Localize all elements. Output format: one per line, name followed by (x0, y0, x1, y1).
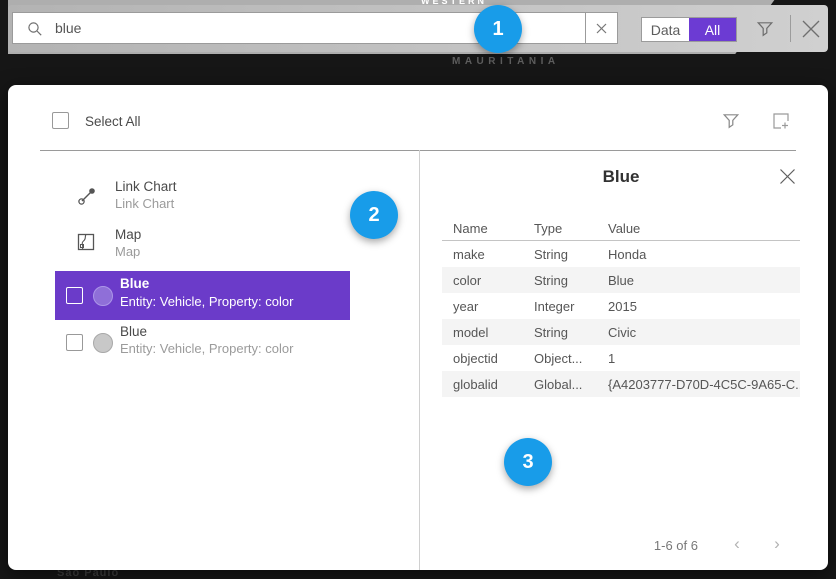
app-window: WESTERN MAURITANIA Sao Paulo Data All (0, 0, 836, 579)
cell-value: 1 (608, 351, 800, 366)
list-item-title: Blue (120, 276, 149, 291)
cell-type: String (534, 273, 608, 288)
cell-value: Honda (608, 247, 800, 262)
cell-name: globalid (453, 377, 534, 392)
pagination-label: 1-6 of 6 (548, 538, 698, 553)
toolbar-divider (790, 15, 791, 42)
cell-name: color (453, 273, 534, 288)
cell-type: Object... (534, 351, 608, 366)
search-toolbar: Data All (8, 5, 828, 52)
close-details-icon[interactable] (779, 168, 796, 185)
map-label-mauritania: MAURITANIA (452, 56, 560, 67)
table-row: color String Blue (442, 267, 800, 293)
item-checkbox[interactable] (66, 287, 83, 304)
cell-value: Civic (608, 325, 800, 340)
data-all-toggle: Data All (641, 17, 737, 42)
callout-badge-3: 3 (504, 438, 552, 486)
clear-x-icon (596, 23, 607, 34)
search-results-dialog: Select All Link Chart Link Chart (8, 85, 828, 570)
attribute-table-header: Name Type Value (442, 217, 800, 241)
toggle-option-all[interactable]: All (689, 18, 736, 41)
column-header: Name (453, 221, 534, 236)
table-row: year Integer 2015 (442, 293, 800, 319)
cell-name: model (453, 325, 534, 340)
attribute-table: Name Type Value make String Honda color … (442, 217, 800, 397)
list-item-subtitle: Link Chart (115, 196, 174, 211)
entity-circle-icon (93, 286, 113, 306)
cell-type: String (534, 247, 608, 262)
toggle-option-data[interactable]: Data (642, 18, 689, 41)
clear-search-button[interactable] (585, 12, 618, 44)
cell-type: Global... (534, 377, 608, 392)
cell-type: String (534, 325, 608, 340)
table-row: globalid Global... {A4203777-D70D-4C5C-9… (442, 371, 800, 397)
cell-value: {A4203777-D70D-4C5C-9A65-C... (608, 377, 800, 392)
filter-icon[interactable] (756, 20, 774, 38)
close-search-icon[interactable] (801, 19, 821, 39)
list-item-title: Map (115, 227, 141, 242)
cell-name: objectid (453, 351, 534, 366)
table-row: model String Civic (442, 319, 800, 345)
select-all-label: Select All (85, 114, 141, 129)
list-item-subtitle: Entity: Vehicle, Property: color (120, 294, 293, 309)
add-to-selection-icon[interactable] (772, 112, 790, 130)
results-filter-icon[interactable] (722, 112, 740, 130)
column-header: Type (534, 221, 608, 236)
pagination-next-button[interactable]: › (765, 532, 789, 556)
header-divider (40, 150, 796, 151)
item-checkbox[interactable] (66, 334, 83, 351)
entity-circle-icon (93, 333, 113, 353)
cell-value: Blue (608, 273, 800, 288)
list-item-title: Blue (120, 324, 147, 339)
pagination-prev-button[interactable]: ‹ (725, 532, 749, 556)
cell-name: year (453, 299, 534, 314)
table-row: objectid Object... 1 (442, 345, 800, 371)
select-all-checkbox[interactable] (52, 112, 69, 129)
callout-badge-1: 1 (474, 5, 522, 53)
cell-value: 2015 (608, 299, 800, 314)
column-header: Value (608, 221, 800, 236)
list-item-subtitle: Map (115, 244, 140, 259)
table-row: make String Honda (442, 241, 800, 267)
cell-name: make (453, 247, 534, 262)
details-title: Blue (442, 167, 800, 187)
map-icon (77, 233, 95, 251)
list-item-title: Link Chart (115, 179, 177, 194)
link-chart-icon (77, 186, 97, 206)
cell-type: Integer (534, 299, 608, 314)
list-item-subtitle: Entity: Vehicle, Property: color (120, 341, 293, 356)
callout-badge-2: 2 (350, 191, 398, 239)
